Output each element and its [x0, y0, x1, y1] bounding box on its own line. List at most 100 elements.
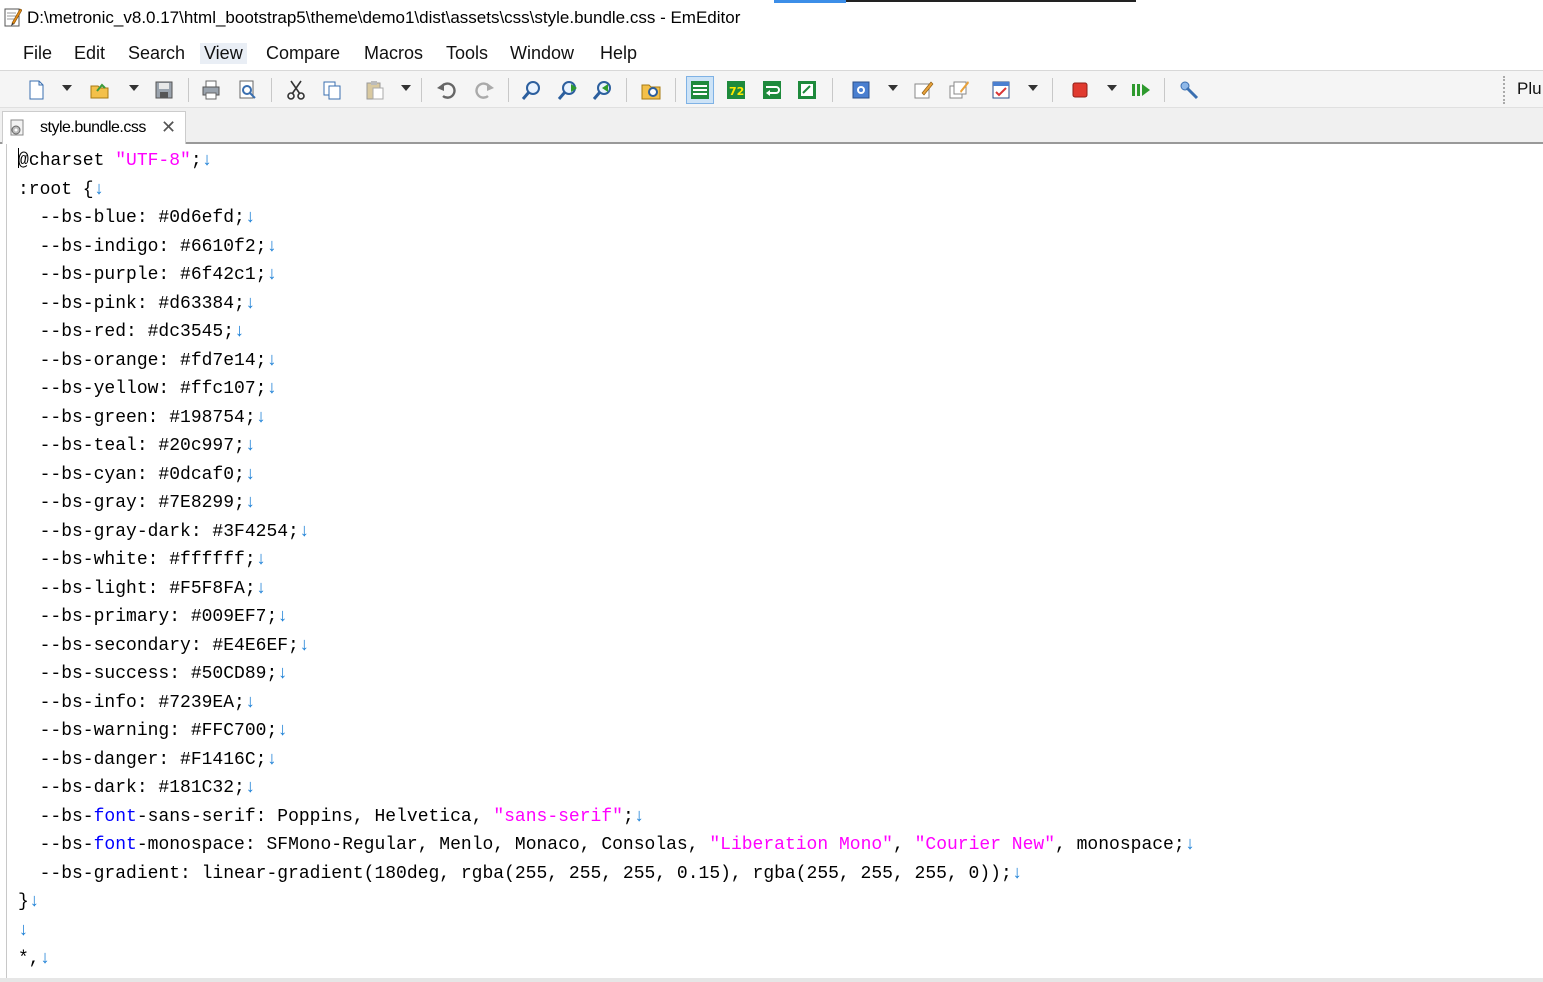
checklist-icon[interactable] — [987, 76, 1015, 104]
stop-macro-icon[interactable] — [1066, 76, 1094, 104]
newline-mark-icon: ↓ — [266, 749, 278, 770]
paste-dropdown-icon[interactable] — [401, 85, 411, 91]
newline-mark-icon: ↓ — [93, 179, 105, 200]
code-line[interactable]: }↓ — [18, 888, 1195, 917]
code-line[interactable]: --bs-green: #198754;↓ — [18, 404, 1195, 433]
wrap-by-chars-icon[interactable]: 72 — [722, 76, 750, 104]
menu-help[interactable]: Help — [596, 43, 641, 64]
run-macro-icon[interactable] — [1127, 76, 1155, 104]
newline-mark-icon: ↓ — [1011, 863, 1023, 884]
code-line[interactable]: :root {↓ — [18, 176, 1195, 205]
find-icon[interactable] — [518, 76, 546, 104]
toolbar-separator — [188, 78, 189, 102]
code-token: --bs- — [18, 806, 94, 827]
newline-mark-icon: ↓ — [18, 920, 29, 941]
menu-tools[interactable]: Tools — [442, 43, 492, 64]
checklist-dropdown-icon[interactable] — [1028, 85, 1038, 91]
macro-dropdown-icon[interactable] — [1107, 85, 1117, 91]
new-file-icon[interactable] — [22, 76, 50, 104]
code-line[interactable]: *,↓ — [18, 945, 1195, 974]
no-wrap-icon[interactable] — [686, 76, 714, 104]
wrap-by-page-icon[interactable] — [793, 76, 821, 104]
multi-edit-icon[interactable] — [945, 76, 973, 104]
code-line[interactable]: --bs-success: #50CD89;↓ — [18, 660, 1195, 689]
toolbar-grip[interactable] — [1503, 76, 1505, 104]
print-icon[interactable] — [197, 76, 225, 104]
window-edge-dark — [846, 0, 1136, 2]
plugins-toolbar-label[interactable]: Plu — [1517, 79, 1542, 99]
code-line[interactable]: --bs-orange: #fd7e14;↓ — [18, 347, 1195, 376]
wrap-by-window-icon[interactable] — [758, 76, 786, 104]
code-line[interactable]: --bs-font-monospace: SFMono-Regular, Men… — [18, 831, 1196, 860]
code-line[interactable]: --bs-purple: #6f42c1;↓ — [18, 261, 1195, 290]
newline-mark-icon: ↓ — [277, 721, 289, 741]
menu-window[interactable]: Window — [506, 43, 578, 64]
redo-icon[interactable] — [471, 76, 499, 104]
menu-view[interactable]: View — [200, 43, 247, 64]
find-previous-icon[interactable] — [589, 76, 617, 104]
tab-label: style.bundle.css — [40, 119, 146, 136]
window-edge-highlight — [774, 0, 846, 3]
code-line[interactable]: @charset "UTF-8";↓ — [18, 147, 1195, 176]
code-line[interactable]: --bs-danger: #F1416C;↓ — [18, 746, 1195, 775]
menu-search[interactable]: Search — [124, 43, 189, 64]
code-token: --bs-warning: #FFC700; — [18, 721, 278, 741]
code-line[interactable]: --bs-warning: #FFC700;↓ — [18, 717, 1195, 746]
open-folder-icon[interactable] — [86, 76, 114, 104]
menu-edit[interactable]: Edit — [70, 43, 109, 64]
cut-icon[interactable] — [282, 76, 310, 104]
code-line[interactable]: --bs-font-sans-serif: Poppins, Helvetica… — [18, 803, 1195, 832]
toolbar-separator — [675, 78, 676, 102]
menu-macros[interactable]: Macros — [360, 43, 427, 64]
newline-mark-icon: ↓ — [244, 493, 256, 513]
tab-close-icon[interactable]: ✕ — [161, 117, 176, 138]
code-line[interactable]: --bs-light: #F5F8FA;↓ — [18, 575, 1195, 604]
plugin-icon[interactable] — [1175, 76, 1203, 104]
code-line[interactable]: --bs-gray: #7E8299;↓ — [18, 489, 1195, 518]
code-line[interactable]: --bs-primary: #009EF7;↓ — [18, 603, 1195, 632]
code-token: --bs-gray: #7E8299; — [18, 493, 245, 513]
undo-icon[interactable] — [432, 76, 460, 104]
edit-marker-icon[interactable] — [909, 76, 937, 104]
code-line[interactable]: --bs-white: #ffffff;↓ — [18, 546, 1195, 575]
code-token: --bs-gray-dark: #3F4254; — [18, 521, 299, 542]
code-token: --bs-secondary: #E4E6EF; — [18, 635, 299, 656]
newline-mark-icon: ↓ — [255, 578, 267, 599]
code-line[interactable]: --bs-yellow: #ffc107;↓ — [18, 375, 1195, 404]
code-line[interactable]: --bs-teal: #20c997;↓ — [18, 432, 1195, 461]
code-token: --bs-red: #dc3545; — [18, 322, 235, 342]
newline-mark-icon: ↓ — [244, 692, 256, 713]
paste-icon[interactable] — [361, 76, 389, 104]
code-line[interactable]: ↓ — [18, 917, 1195, 946]
menu-compare[interactable]: Compare — [262, 43, 344, 64]
newline-mark-icon: ↓ — [298, 521, 310, 542]
code-content[interactable]: @charset "UTF-8";↓:root {↓ --bs-blue: #0… — [18, 147, 1195, 974]
find-in-files-icon[interactable] — [637, 76, 665, 104]
code-token: ; — [622, 806, 634, 827]
new-file-dropdown-icon[interactable] — [62, 85, 72, 91]
tab-style-bundle-css[interactable]: style.bundle.css ✕ — [2, 111, 186, 144]
find-next-icon[interactable] — [554, 76, 582, 104]
toolbar: 72 Plu — [0, 71, 1543, 108]
menu-file[interactable]: File — [19, 43, 56, 64]
save-icon[interactable] — [150, 76, 178, 104]
newline-mark-icon: ↓ — [28, 892, 40, 912]
code-token: *, — [18, 949, 40, 969]
encoding-icon[interactable] — [847, 76, 875, 104]
code-line[interactable]: --bs-indigo: #6610f2;↓ — [18, 233, 1195, 262]
code-line[interactable]: --bs-gradient: linear-gradient(180deg, r… — [18, 860, 1195, 889]
code-line[interactable]: --bs-dark: #181C32;↓ — [18, 774, 1195, 803]
print-preview-icon[interactable] — [233, 76, 261, 104]
copy-icon[interactable] — [318, 76, 346, 104]
code-line[interactable]: --bs-pink: #d63384;↓ — [18, 290, 1195, 319]
open-dropdown-icon[interactable] — [129, 85, 139, 91]
code-line[interactable]: --bs-blue: #0d6efd;↓ — [18, 204, 1195, 233]
code-line[interactable]: --bs-secondary: #E4E6EF;↓ — [18, 632, 1195, 661]
code-line[interactable]: --bs-info: #7239EA;↓ — [18, 689, 1195, 718]
code-line[interactable]: --bs-gray-dark: #3F4254;↓ — [18, 518, 1195, 547]
code-line[interactable]: --bs-cyan: #0dcaf0;↓ — [18, 461, 1195, 490]
code-line[interactable]: --bs-red: #dc3545;↓ — [18, 318, 1195, 347]
encoding-dropdown-icon[interactable] — [888, 85, 898, 91]
text-editor[interactable]: @charset "UTF-8";↓:root {↓ --bs-blue: #0… — [0, 144, 1543, 978]
code-token: --bs-success: #50CD89; — [18, 664, 278, 684]
